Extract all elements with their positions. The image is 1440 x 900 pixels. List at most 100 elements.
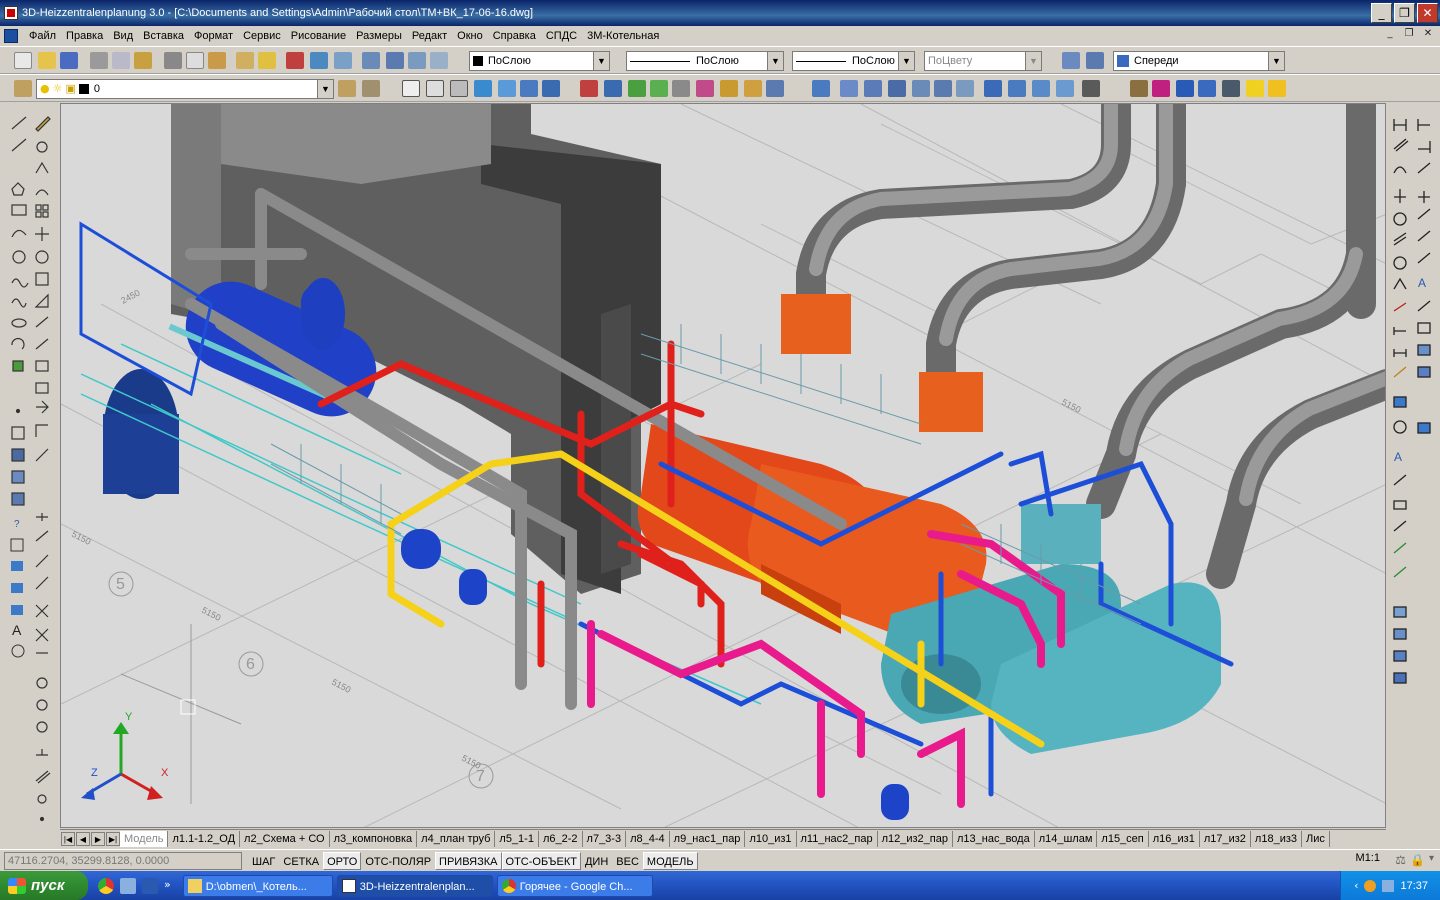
fitting-icon[interactable] — [696, 80, 714, 97]
tab-last-icon[interactable]: ▶| — [106, 831, 120, 846]
chevron-down-icon[interactable]: ▼ — [767, 51, 784, 71]
osnap-toggle[interactable]: ПРИВЯЗКА — [435, 851, 502, 870]
menu-file[interactable]: Файл — [24, 30, 61, 42]
box-icon[interactable] — [450, 80, 468, 97]
match-properties-icon[interactable] — [236, 52, 254, 69]
ucs-world-icon[interactable] — [1086, 52, 1104, 69]
cone-icon[interactable] — [520, 80, 538, 97]
view-combo[interactable]: Спереди ▼ — [1113, 51, 1285, 71]
grid-toggle[interactable]: СЕТКА — [279, 852, 323, 870]
layer-combo[interactable]: ● ☼ ▣ 0 ▼ — [36, 79, 334, 99]
tab-next-icon[interactable]: ▶ — [91, 831, 105, 846]
mirror-icon[interactable] — [1222, 80, 1240, 97]
menu-format[interactable]: Формат — [189, 30, 238, 42]
tab-layout[interactable]: л11_нас2_пар — [797, 830, 878, 847]
lock-icon[interactable]: 🔒 — [1410, 853, 1425, 867]
start-button[interactable]: пуск — [0, 871, 88, 900]
menu-draw[interactable]: Рисование — [286, 30, 351, 42]
taskbar-item-folder[interactable]: D:\obmen\_Котель... — [182, 874, 333, 897]
torus-icon[interactable] — [542, 80, 560, 97]
chevron-down-icon[interactable]: ▾ — [1429, 853, 1434, 867]
lineweight-combo[interactable]: ПоСлою ▼ — [626, 51, 784, 71]
plotstyle-combo[interactable]: ПоЦвету ▼ — [924, 51, 1042, 71]
delete-icon[interactable] — [1268, 80, 1286, 97]
layer-manager-icon[interactable] — [14, 80, 32, 97]
polar-toggle[interactable]: ОТС-ПОЛЯР — [361, 852, 435, 870]
tray-network-icon[interactable] — [1382, 879, 1395, 892]
pump-icon[interactable] — [672, 80, 690, 97]
menu-view[interactable]: Вид — [108, 30, 138, 42]
sw-iso-icon[interactable] — [984, 80, 1002, 97]
drawing-canvas[interactable]: 2450 5150 5150 5150 5150 5150 5 6 7 Y X … — [60, 103, 1386, 828]
menu-3m-boiler[interactable]: 3М-Котельная — [582, 30, 664, 42]
taskbar-item-chrome[interactable]: Горячее - Google Ch... — [496, 874, 653, 897]
sphere-icon[interactable] — [498, 80, 516, 97]
chevron-down-icon[interactable]: ▼ — [1025, 51, 1042, 71]
show-desktop-icon[interactable] — [142, 877, 158, 894]
tool-palettes-icon[interactable] — [408, 52, 426, 69]
valve-icon[interactable] — [650, 80, 668, 97]
restore-button[interactable]: ❐ — [1394, 3, 1415, 23]
linestyle-combo[interactable]: ПоСлою ▼ — [792, 51, 915, 71]
left-view-icon[interactable] — [888, 80, 906, 97]
tank-icon[interactable] — [744, 80, 762, 97]
snap-toggle[interactable]: ШАГ — [248, 852, 279, 870]
tab-layout[interactable]: л9_нас1_пар — [670, 830, 746, 847]
tab-layout[interactable]: л5_1-1 — [495, 830, 539, 847]
tab-layout[interactable]: л6_2-2 — [539, 830, 583, 847]
mdi-minimize-button[interactable]: _ — [1382, 27, 1398, 42]
qleader-icon[interactable] — [1152, 80, 1170, 97]
cylinder-icon[interactable] — [474, 80, 492, 97]
chevron-down-icon[interactable]: ▼ — [593, 51, 610, 71]
close-button[interactable]: ✕ — [1417, 3, 1438, 23]
minimize-button[interactable]: _ — [1371, 3, 1392, 23]
print-preview-icon[interactable] — [112, 52, 130, 69]
chrome-icon[interactable] — [98, 877, 114, 894]
text-style-icon[interactable] — [402, 80, 420, 97]
undo-icon[interactable] — [286, 52, 304, 69]
tab-layout[interactable]: л8_4-4 — [626, 830, 670, 847]
menu-window[interactable]: Окно — [452, 30, 488, 42]
bottom-view-icon[interactable] — [864, 80, 882, 97]
menu-edit[interactable]: Правка — [61, 30, 108, 42]
ortho-toggle[interactable]: ОРТО — [323, 851, 362, 870]
dim-style-icon[interactable] — [426, 80, 444, 97]
chevron-right-icon[interactable]: » — [164, 878, 171, 894]
copy-icon[interactable] — [186, 52, 204, 69]
publish-icon[interactable] — [134, 52, 152, 69]
brush-icon[interactable] — [258, 52, 276, 69]
chevron-down-icon[interactable]: ▼ — [1268, 51, 1285, 71]
tab-layout[interactable]: л18_из3 — [1251, 830, 1302, 847]
dyn-toggle[interactable]: ДИН — [581, 852, 612, 870]
menu-modify[interactable]: Редакт — [407, 30, 452, 42]
model-toggle[interactable]: МОДЕЛЬ — [642, 851, 698, 870]
chevron-down-icon[interactable]: ▼ — [898, 51, 915, 71]
boiler-icon[interactable] — [720, 80, 738, 97]
tab-layout[interactable]: л15_сеп — [1097, 830, 1149, 847]
orbit-icon[interactable] — [580, 80, 598, 97]
se-iso-icon[interactable] — [1008, 80, 1026, 97]
front-view-icon[interactable] — [934, 80, 952, 97]
tab-layout[interactable]: л14_шлам — [1035, 830, 1098, 847]
scale-icon[interactable] — [1198, 80, 1216, 97]
flange-icon[interactable] — [628, 80, 646, 97]
named-views-icon[interactable] — [812, 80, 830, 97]
document-icon[interactable] — [4, 28, 18, 43]
camera-icon[interactable] — [1082, 80, 1100, 97]
mdi-close-button[interactable]: ✕ — [1420, 27, 1436, 42]
move-icon[interactable] — [1176, 80, 1194, 97]
tab-layout[interactable]: л4_план труб — [417, 830, 496, 847]
mdi-restore-button[interactable]: ❐ — [1401, 27, 1417, 42]
tab-first-icon[interactable]: |◀ — [61, 831, 75, 846]
tab-layout[interactable]: л17_из2 — [1200, 830, 1251, 847]
linetype-combo[interactable]: ПоСлою ▼ — [469, 51, 610, 71]
save-icon[interactable] — [60, 52, 78, 69]
properties-icon[interactable] — [362, 52, 380, 69]
open-file-icon[interactable] — [38, 52, 56, 69]
tray-app-icon[interactable] — [1364, 879, 1377, 892]
network-icon[interactable] — [120, 877, 136, 894]
menu-tools[interactable]: Сервис — [238, 30, 286, 42]
tab-layout[interactable]: л12_из2_пар — [878, 830, 953, 847]
tab-layout[interactable]: Лис — [1302, 830, 1330, 847]
layer-previous-icon[interactable] — [362, 80, 380, 97]
